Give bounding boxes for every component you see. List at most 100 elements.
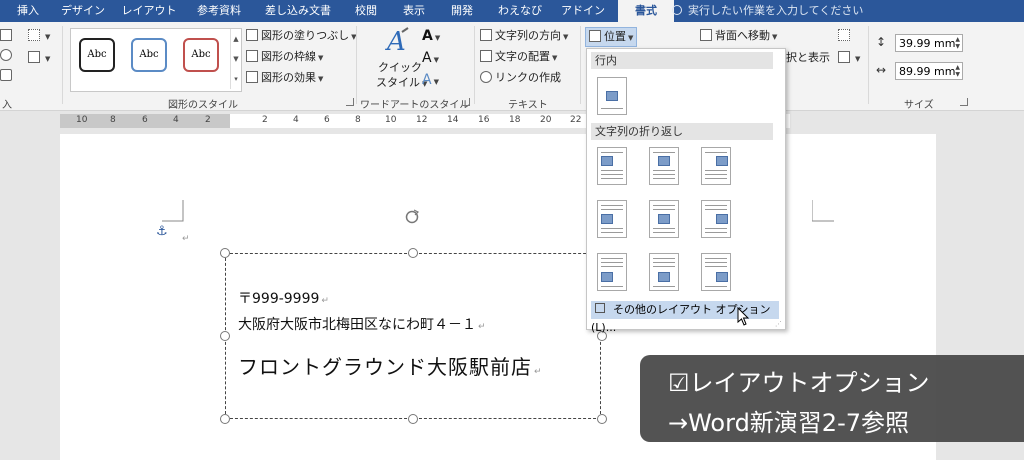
resize-handle[interactable] <box>220 248 230 258</box>
shape-fill-label: 図形の塗りつぶし <box>261 29 350 42</box>
tab-view[interactable]: 表示 <box>394 0 434 22</box>
ruler-number: 6 <box>324 115 330 125</box>
gallery-up-arrow[interactable]: ▲ <box>230 29 241 49</box>
shape-item-partial-2[interactable] <box>0 68 15 84</box>
align-objects-icon <box>838 29 850 41</box>
dialog-launcher-icon[interactable] <box>462 98 470 106</box>
position-bottom-right-option[interactable] <box>701 253 731 291</box>
resize-handle[interactable] <box>408 248 418 258</box>
shape-effects-button[interactable]: 図形の効果 ▼ <box>246 70 323 86</box>
caption-line-2: →Word新演習2-7参照 <box>668 409 909 437</box>
create-link-label: リンクの作成 <box>495 71 561 84</box>
postal-code-text: 〒999-9999 <box>238 291 320 307</box>
quick-styles-line2: スタイル <box>376 76 420 89</box>
shape-fill-button[interactable]: 図形の塗りつぶし ▼ <box>246 28 357 44</box>
position-top-right-option[interactable] <box>701 147 731 185</box>
insert-shape-gallery-partial[interactable] <box>0 28 15 44</box>
ruler-number: 22 <box>570 115 582 125</box>
width-spinner[interactable]: ▲ ▼ <box>955 64 960 78</box>
tab-references[interactable]: 参考資料 <box>188 0 250 22</box>
group-label-text: テキスト <box>508 100 548 111</box>
postal-code-line: 〒999-9999 ↵ <box>238 291 329 307</box>
align-text-button[interactable]: 文字の配置 ▼ <box>480 49 557 65</box>
position-middle-left-option[interactable] <box>597 200 627 238</box>
dialog-launcher-icon[interactable] <box>960 98 968 106</box>
shape-width-input[interactable]: 89.99 mm ▲ ▼ <box>895 62 963 80</box>
dialog-launcher-icon[interactable] <box>346 98 354 106</box>
group-separator <box>356 26 357 104</box>
layout-options-icon <box>595 303 605 313</box>
resize-handle[interactable] <box>597 414 607 424</box>
section-header-inline: 行内 <box>591 52 773 69</box>
align-text-label: 文字の配置 <box>495 50 550 63</box>
ruler-number: 4 <box>293 115 299 125</box>
tab-developer[interactable]: 開発 <box>442 0 482 22</box>
tab-design[interactable]: デザイン <box>56 0 110 22</box>
quick-styles-button[interactable]: クイック <box>378 60 422 76</box>
shape-outline-button[interactable]: 図形の枠線 ▼ <box>246 49 323 65</box>
resize-handle[interactable] <box>220 414 230 424</box>
resize-grip-icon[interactable]: ⋰ <box>775 320 782 328</box>
text-direction-label: 文字列の方向 <box>495 29 561 42</box>
store-name-text: フロントグラウンド大阪駅前店 <box>238 355 532 379</box>
tab-wae-navi[interactable]: わえなび <box>490 0 550 22</box>
position-middle-center-option[interactable] <box>649 200 679 238</box>
rotate-objects-button[interactable]: ▼ <box>838 50 860 66</box>
group-separator <box>474 26 475 104</box>
position-top-center-option[interactable] <box>649 147 679 185</box>
anchor-icon[interactable]: ⚓ <box>156 224 168 239</box>
resize-handle[interactable] <box>408 414 418 424</box>
shape-style-red[interactable]: Abc <box>183 38 219 72</box>
position-label: 位置 <box>604 30 626 43</box>
align-text-icon <box>480 50 492 62</box>
text-direction-button[interactable]: 文字列の方向 ▼ <box>480 28 568 44</box>
section-header-wrap: 文字列の折り返し <box>591 123 773 140</box>
gallery-down-arrow[interactable]: ▼ <box>230 49 241 69</box>
gallery-more-arrow[interactable]: ▾ <box>230 69 241 89</box>
tab-format[interactable]: 書式 <box>618 0 674 22</box>
caption-line-1: ☑レイアウトオプション <box>668 369 930 397</box>
position-inline-option[interactable] <box>597 77 627 115</box>
height-value: 39.99 mm <box>899 37 956 50</box>
tab-addins[interactable]: アドイン <box>556 0 610 22</box>
shape-style-black[interactable]: Abc <box>79 38 115 72</box>
create-link-button[interactable]: リンクの作成 <box>480 70 561 86</box>
text-fill-icon[interactable]: A ▼ <box>422 28 440 44</box>
align-objects-button[interactable] <box>838 28 853 44</box>
send-backward-button[interactable]: 背面へ移動 ▼ <box>700 28 777 44</box>
mouse-pointer-icon <box>737 306 751 327</box>
tell-me-box[interactable]: 実行したい作業を入力してください <box>672 0 863 22</box>
tab-insert[interactable]: 挿入 <box>6 0 50 22</box>
quick-styles-icon: A <box>384 26 410 57</box>
tab-review[interactable]: 校閲 <box>346 0 386 22</box>
text-box[interactable] <box>225 253 601 419</box>
store-name-line: フロントグラウンド大阪駅前店 ↵ <box>238 355 543 379</box>
height-spinner[interactable]: ▲ ▼ <box>955 36 960 50</box>
resize-handle[interactable] <box>220 331 230 341</box>
tab-mailings[interactable]: 差し込み文書 <box>258 0 338 22</box>
ruler-number: 16 <box>478 115 490 125</box>
tab-layout[interactable]: レイアウト <box>118 0 180 22</box>
send-backward-icon <box>700 29 712 41</box>
shape-effects-label: 図形の効果 <box>261 71 316 84</box>
margin-corner-mark <box>812 200 834 222</box>
text-outline-icon[interactable]: A ▼ <box>422 50 439 66</box>
position-top-left-option[interactable] <box>597 147 627 185</box>
shape-height-input[interactable]: 39.99 mm ▲ ▼ <box>895 34 963 52</box>
selection-pane-button[interactable]: 択と表示 <box>786 50 830 66</box>
position-bottom-center-option[interactable] <box>649 253 679 291</box>
ribbon: ▼ ▼ 入 Abc Abc Abc ▲ ▼ ▾ 図形の塗りつぶし ▼ 図形の枠線 ▼… <box>0 22 1024 111</box>
ruler-number: 18 <box>509 115 521 125</box>
text-effects-icon[interactable]: A ▼ <box>422 72 439 88</box>
shape-style-blue[interactable]: Abc <box>131 38 167 72</box>
shape-item-partial[interactable] <box>0 48 15 64</box>
position-bottom-left-option[interactable] <box>597 253 627 291</box>
lightbulb-icon <box>672 5 682 15</box>
rotate-icon <box>838 51 850 63</box>
rotate-handle-icon[interactable] <box>404 209 420 225</box>
position-middle-right-option[interactable] <box>701 200 731 238</box>
width-icon: ↔ <box>876 63 887 77</box>
position-button[interactable]: 位置 ▼ <box>585 27 638 47</box>
edit-shape-icon[interactable]: ▼ <box>28 28 50 44</box>
draw-textbox-icon[interactable]: ▼ <box>28 50 50 66</box>
